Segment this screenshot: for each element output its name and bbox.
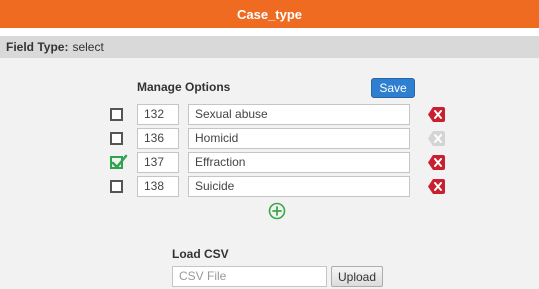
- option-checkbox[interactable]: [110, 180, 123, 193]
- upload-button[interactable]: Upload: [331, 266, 383, 287]
- delete-option-button[interactable]: [428, 107, 445, 122]
- manage-options-heading: Manage Options: [137, 80, 231, 94]
- option-checkbox[interactable]: [110, 108, 123, 121]
- option-row: 136 Homicid: [0, 128, 539, 150]
- option-row: 137 Effraction: [0, 152, 539, 174]
- option-label-input[interactable]: Effraction: [188, 152, 410, 173]
- save-button[interactable]: Save: [371, 78, 415, 98]
- delete-option-button[interactable]: [428, 179, 445, 194]
- plus-circle-icon: [268, 202, 286, 220]
- option-id-input[interactable]: 132: [137, 104, 179, 125]
- delete-option-button-disabled: [428, 131, 445, 146]
- field-type-value: select: [72, 40, 104, 54]
- load-csv-heading: Load CSV: [172, 247, 229, 261]
- csv-file-input[interactable]: CSV File: [172, 266, 327, 287]
- delete-x-icon: [428, 131, 445, 146]
- option-checkbox[interactable]: [110, 132, 123, 145]
- option-label-input[interactable]: Homicid: [188, 128, 410, 149]
- option-label-input[interactable]: Suicide: [188, 176, 410, 197]
- option-label-input[interactable]: Sexual abuse: [188, 104, 410, 125]
- add-option-button[interactable]: [268, 202, 286, 220]
- field-type-bar: Field Type: select: [0, 36, 539, 58]
- panel-title-text: Case_type: [236, 6, 303, 22]
- option-id-input[interactable]: 138: [137, 176, 179, 197]
- field-type-label: Field Type:: [6, 40, 69, 54]
- delete-x-icon: [428, 179, 445, 194]
- option-row: 138 Suicide: [0, 176, 539, 198]
- option-row: 132 Sexual abuse: [0, 104, 539, 126]
- panel-title: Case_type: [0, 0, 539, 28]
- option-id-input[interactable]: 137: [137, 152, 179, 173]
- delete-x-icon: [428, 107, 445, 122]
- option-id-input[interactable]: 136: [137, 128, 179, 149]
- delete-x-icon: [428, 155, 445, 170]
- checkmark-icon: [111, 154, 128, 169]
- delete-option-button[interactable]: [428, 155, 445, 170]
- option-checkbox-checked[interactable]: [110, 154, 128, 169]
